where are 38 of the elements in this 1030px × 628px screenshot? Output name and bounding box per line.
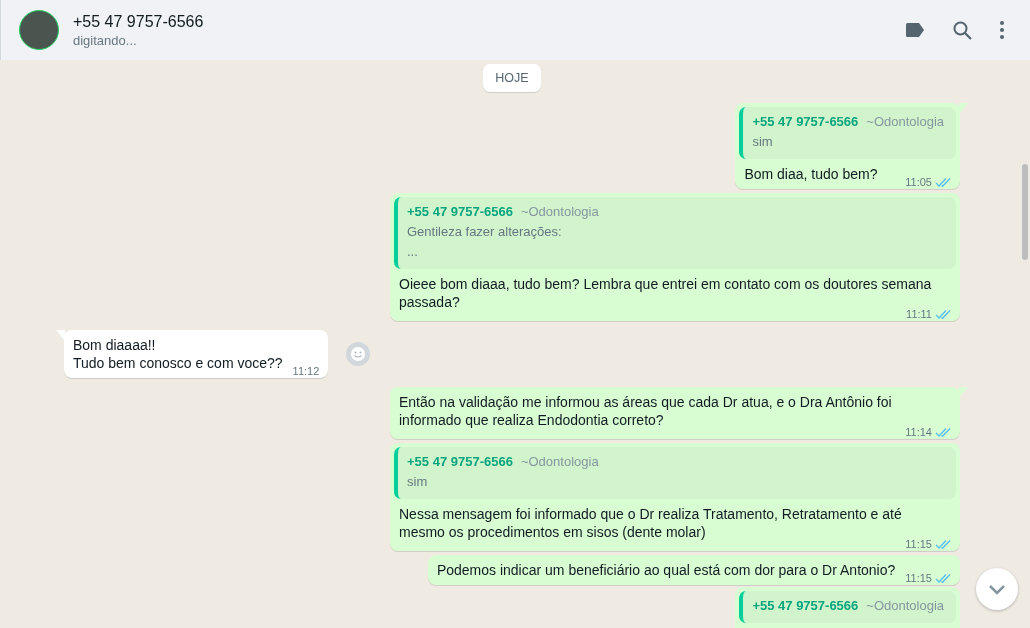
message-text: Então na validação me informou as áreas que cada Dr atua, e o Dra Antônio foi informado que realiza Endodontia correto? — [399, 393, 893, 429]
quoted-text: ... — [407, 243, 419, 261]
search-icon[interactable] — [953, 20, 972, 40]
message-time: 11:14 — [905, 426, 932, 438]
quoted-message[interactable]: +55 47 9757-6566 ~Odontologia — [739, 591, 956, 623]
typing-status: digitando... — [73, 32, 138, 48]
message-time: 11:15 — [905, 572, 932, 584]
message-text: Podemos indicar um beneficiário ao qual está com dor para o Dr Antonio? — [436, 561, 896, 579]
quoted-group-name: ~Odontologia — [520, 203, 599, 221]
message-time: 11:11 — [906, 308, 932, 320]
quoted-message[interactable]: +55 47 9757-6566 ~Odontologia sim — [739, 107, 956, 159]
quoted-author: +55 47 9757-6566 — [752, 113, 859, 131]
date-chip: HOJE — [483, 64, 541, 92]
message-time: 11:12 — [292, 365, 320, 377]
quoted-group-name: ~Odontologia — [520, 453, 599, 471]
label-icon[interactable] — [905, 23, 925, 37]
chevron-down-icon — [988, 583, 1006, 595]
avatar-photo[interactable] — [19, 10, 59, 50]
quoted-text: Gentileza fazer alterações: — [407, 223, 563, 241]
scroll-down-button[interactable] — [976, 568, 1018, 610]
message-text: Bom diaaaa!! Tudo bem conosco e com voce?? — [73, 336, 283, 372]
message-text: Bom diaa, tudo bem? — [744, 165, 878, 183]
scrollbar-thumb[interactable] — [1022, 164, 1028, 260]
quoted-text: sim — [752, 133, 774, 151]
contact-name[interactable]: +55 47 9757-6566 — [73, 12, 891, 31]
message-time: 11:15 — [905, 538, 932, 550]
quoted-message[interactable]: +55 47 9757-6566 ~Odontologia sim — [394, 447, 956, 499]
quoted-text: sim — [407, 473, 429, 491]
message-time: 11:05 — [905, 176, 932, 188]
quoted-group-name: ~Odontologia — [866, 597, 944, 615]
quoted-author: +55 47 9757-6566 — [407, 203, 513, 221]
message-text: Oieee bom diaaa, tudo bem? Lembra que entrei em contato com os doutores semana passada? — [399, 275, 933, 310]
quoted-author: +55 47 9757-6566 — [407, 453, 513, 471]
quoted-message[interactable]: +55 47 9757-6566 ~Odontologia Gentileza fazer alterações: ... — [394, 197, 956, 269]
quoted-group-name: ~Odontologia — [866, 113, 944, 131]
message-text: Nessa mensagem foi informado que o Dr realiza Tratamento, Retratamento e até mesmo os procedimentos em sisos (dente molar) — [399, 505, 903, 541]
menu-icon[interactable] — [1000, 21, 1004, 39]
quoted-author: +55 47 9757-6566 — [752, 597, 859, 615]
